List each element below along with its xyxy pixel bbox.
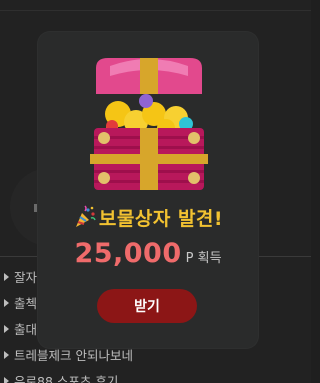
triangle-right-icon [4, 377, 9, 383]
triangle-right-icon [4, 351, 9, 359]
triangle-right-icon [4, 299, 9, 307]
triangle-right-icon [4, 325, 9, 333]
reward-amount: 25,000 [74, 238, 182, 269]
reward-unit: P 획득 [185, 251, 222, 266]
list-item-label: 트레블제크 안되나보네 [14, 348, 133, 363]
list-item[interactable]: 유로88 스포츠 후기 [4, 372, 133, 383]
reward-row: 25,000 P 획득 [38, 238, 258, 269]
list-item-label: 잘자 [14, 270, 38, 285]
background-divider-top [0, 10, 311, 11]
list-item-label: 유로88 스포츠 후기 [14, 374, 119, 383]
list-item[interactable]: 트레블제크 안되나보네 [4, 346, 133, 372]
list-item-label: 출대 [14, 322, 38, 337]
modal-title: 보물상자 발견! [98, 208, 224, 230]
background-avatar-mark [34, 204, 37, 212]
list-item-label: 출첵 [14, 296, 38, 311]
treasure-chest-modal: 보물상자 발견! 25,000 P 획득 받기 [38, 32, 258, 348]
party-popper-icon [75, 205, 96, 227]
triangle-right-icon [4, 273, 9, 281]
receive-button[interactable]: 받기 [97, 289, 197, 323]
app-screen: 잘자 출첵 출대 트레블제크 안되나보네 유로88 스포츠 후기 보물상자 발견… [0, 0, 311, 383]
modal-title-row: 보물상자 발견! [38, 204, 258, 231]
treasure-chest-icon [90, 58, 208, 190]
